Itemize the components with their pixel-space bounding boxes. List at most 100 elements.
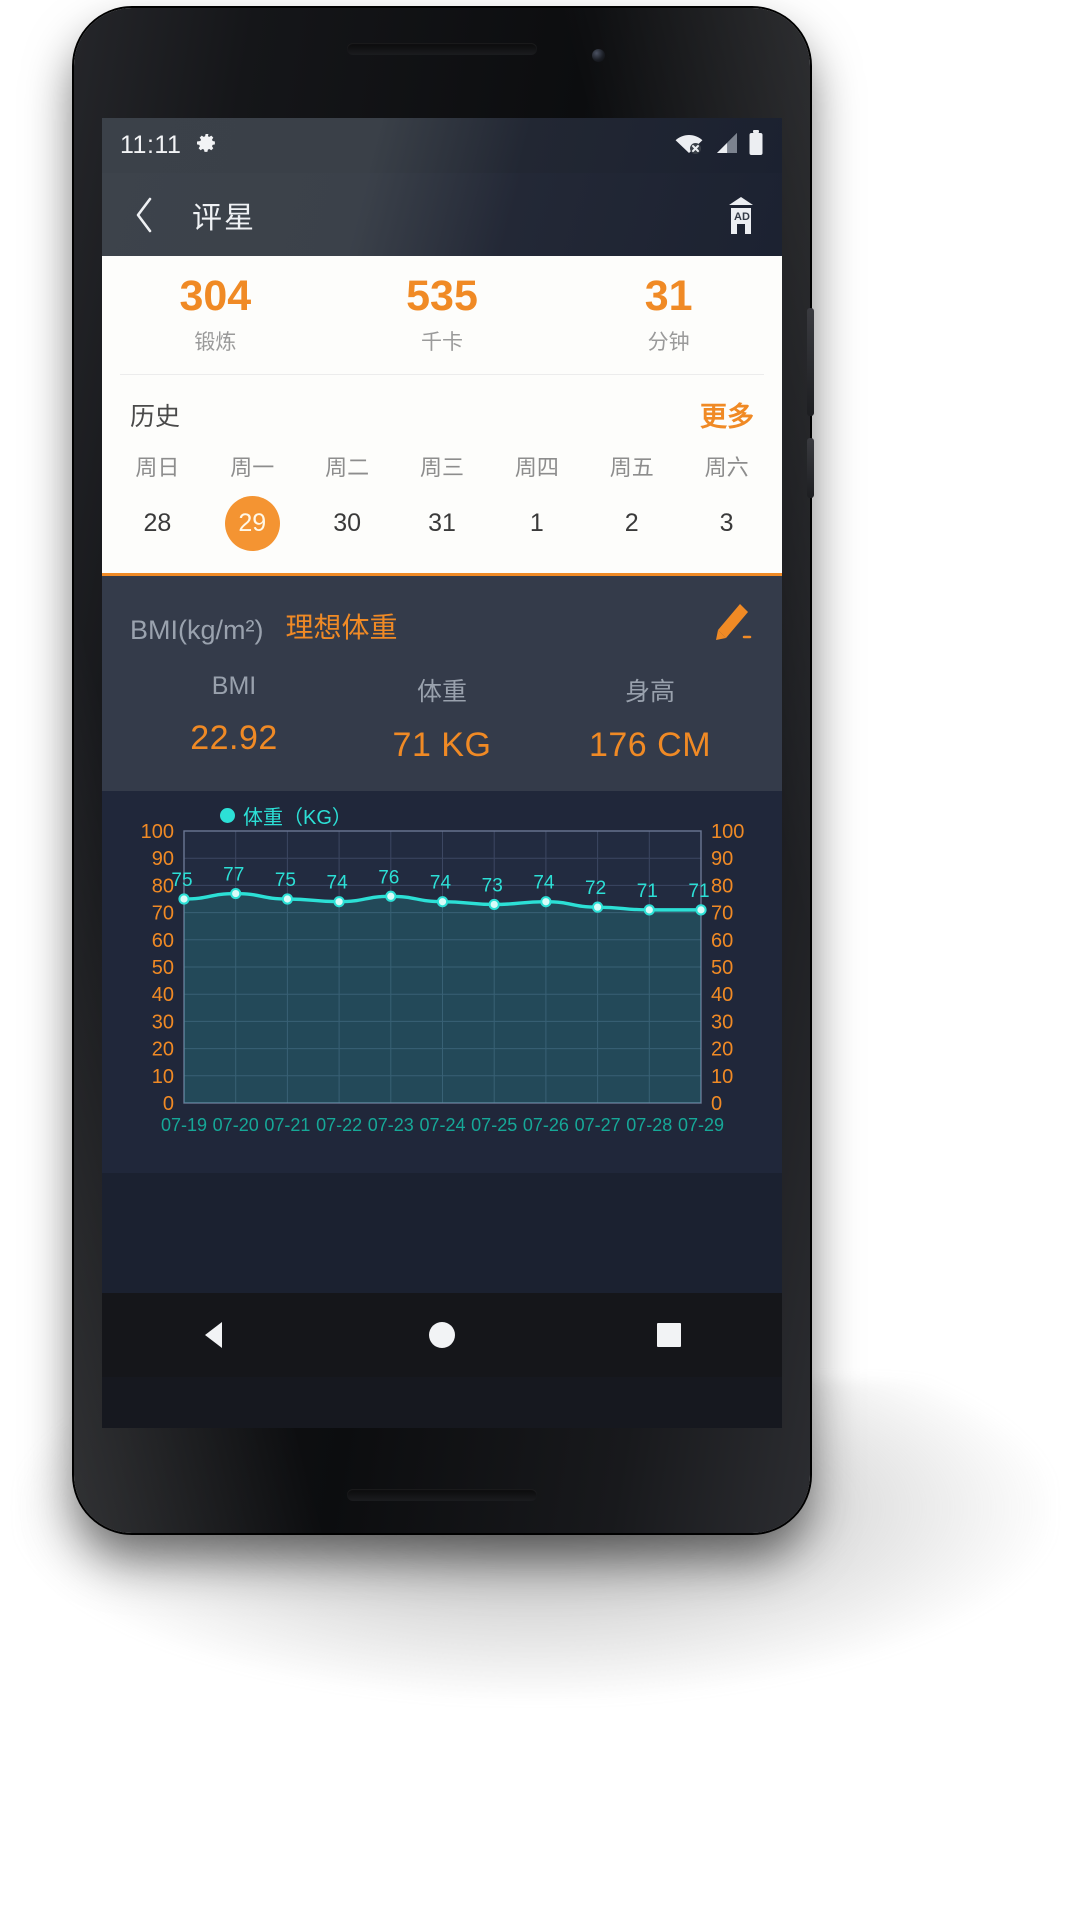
nav-back-triangle-icon[interactable]	[170, 1305, 260, 1365]
svg-text:07-27: 07-27	[575, 1115, 621, 1135]
weekday-label: 周日	[135, 455, 180, 480]
front-camera	[592, 49, 605, 62]
status-icons	[674, 130, 764, 161]
svg-text:20: 20	[152, 1039, 174, 1061]
svg-text:07-29: 07-29	[678, 1115, 724, 1135]
date-pill[interactable]: 2	[604, 496, 659, 551]
svg-text:0: 0	[163, 1093, 174, 1115]
gear-icon	[195, 132, 219, 160]
svg-text:07-20: 07-20	[213, 1115, 259, 1135]
legend-dot-icon	[220, 808, 235, 823]
stat-label: 分钟	[647, 330, 690, 354]
svg-text:0: 0	[711, 1093, 722, 1115]
bmi-col-value: 22.92	[190, 719, 278, 757]
date-cell[interactable]: 31	[395, 496, 490, 551]
svg-text:60: 60	[152, 930, 174, 952]
date-pill[interactable]: 31	[415, 496, 470, 551]
pencil-edit-icon[interactable]	[706, 598, 754, 646]
date-cell[interactable]: 29	[205, 496, 300, 551]
bmi-col-label: 身高	[624, 678, 675, 706]
volume-button[interactable]	[807, 438, 814, 498]
bmi-col-value: 71 KG	[392, 726, 492, 764]
bmi-col-bmi: BMI 22.92	[130, 672, 338, 765]
weight-area-chart[interactable]: 75 77 75 74 76 74 73 74 72 71 71100 10090 9080 8070 70…	[102, 803, 782, 1173]
bmi-col-weight: 体重 71 KG	[338, 672, 546, 765]
history-header: 历史 更多	[102, 375, 782, 442]
svg-text:30: 30	[711, 1011, 733, 1033]
earpiece-speaker	[347, 43, 537, 55]
weight-chart-panel: 体重（KG） 75 77 75 74 76 74 73 74 72 71 71 100 100 90 90 8…	[102, 791, 782, 1173]
stat-calories[interactable]: 535 千卡	[329, 274, 556, 355]
page-title: 评星	[192, 201, 256, 235]
summary-card: 304 锻炼 535 千卡 31 分钟 历史 更多 周日 周一 周二 周三 周四…	[102, 256, 782, 573]
stat-label: 锻炼	[194, 330, 237, 354]
status-bar: 11:11	[102, 118, 782, 173]
date-pill[interactable]: 30	[320, 496, 375, 551]
svg-text:100: 100	[141, 821, 174, 843]
bmi-columns: BMI 22.92 体重 71 KG 身高 176 CM	[130, 672, 754, 765]
date-pill-selected[interactable]: 29	[224, 496, 280, 551]
stat-exercise[interactable]: 304 锻炼	[102, 274, 329, 355]
wifi-off-icon	[674, 131, 704, 160]
android-nav-bar	[102, 1293, 782, 1377]
date-cell[interactable]: 2	[584, 496, 679, 551]
bmi-col-height: 身高 176 CM	[546, 672, 754, 765]
svg-text:74: 74	[533, 873, 555, 894]
svg-text:50: 50	[711, 957, 733, 979]
svg-text:07-19: 07-19	[161, 1115, 207, 1135]
date-pill[interactable]: 1	[509, 496, 564, 551]
svg-text:90: 90	[152, 848, 174, 870]
svg-text:07-26: 07-26	[523, 1115, 569, 1135]
date-cell[interactable]: 3	[679, 496, 774, 551]
bmi-header: BMI(kg/m²) 理想体重	[130, 598, 754, 646]
svg-text:30: 30	[152, 1011, 174, 1033]
ad-badge-icon[interactable]: AD	[720, 192, 762, 238]
bottom-speaker	[347, 1489, 537, 1501]
svg-text:72: 72	[585, 878, 606, 899]
svg-text:20: 20	[711, 1039, 733, 1061]
svg-text:77: 77	[223, 865, 244, 886]
date-cell[interactable]: 1	[489, 496, 584, 551]
status-time: 11:11	[120, 131, 182, 159]
back-chevron-icon[interactable]	[122, 193, 166, 237]
ideal-weight-link[interactable]: 理想体重	[285, 606, 397, 646]
svg-text:70: 70	[711, 903, 733, 925]
battery-icon	[748, 130, 764, 161]
svg-text:10: 10	[152, 1066, 174, 1088]
empty-space	[102, 1173, 782, 1293]
history-title: 历史	[130, 402, 181, 431]
svg-text:07-24: 07-24	[419, 1115, 465, 1135]
bmi-col-label: 体重	[416, 678, 467, 706]
svg-text:100: 100	[711, 821, 744, 843]
svg-text:07-25: 07-25	[471, 1115, 517, 1135]
nav-recents-square-icon[interactable]	[624, 1305, 714, 1365]
svg-text:40: 40	[711, 984, 733, 1006]
svg-text:07-28: 07-28	[626, 1115, 672, 1135]
nav-home-circle-icon[interactable]	[397, 1305, 487, 1365]
weekday-label: 周四	[514, 455, 559, 480]
bmi-panel: BMI(kg/m²) 理想体重 BMI 22.92 体重 71 KG 身高 17…	[102, 573, 782, 791]
history-more-button[interactable]: 更多	[700, 395, 754, 434]
weekday-label: 周六	[704, 455, 749, 480]
phone-screen: 11:11 评星 AD 304 锻炼 535 千卡 31 分钟 历史 更多 周日…	[102, 118, 782, 1428]
bmi-unit-label: BMI(kg/m²)	[130, 615, 264, 645]
weekday-label: 周一	[230, 455, 275, 480]
screenshot-root: 11:11 评星 AD 304 锻炼 535 千卡 31 分钟 历史 更多 周日…	[0, 0, 1071, 1911]
weekday-row: 周日 周一 周二 周三 周四 周五 周六	[102, 442, 782, 482]
stats-row: 304 锻炼 535 千卡 31 分钟	[102, 256, 782, 374]
date-cell[interactable]: 28	[110, 496, 205, 551]
svg-text:70: 70	[152, 903, 174, 925]
date-pill[interactable]: 28	[130, 496, 185, 551]
date-cell[interactable]: 30	[300, 496, 395, 551]
stat-minutes[interactable]: 31 分钟	[555, 274, 782, 355]
svg-text:73: 73	[482, 875, 503, 896]
svg-text:76: 76	[378, 867, 399, 888]
bmi-col-label: BMI	[211, 672, 257, 700]
chart-legend: 体重（KG）	[220, 801, 352, 830]
app-bar: 评星 AD	[102, 173, 782, 256]
svg-text:50: 50	[152, 957, 174, 979]
svg-text:07-22: 07-22	[316, 1115, 362, 1135]
date-pill[interactable]: 3	[699, 496, 754, 551]
power-button[interactable]	[807, 308, 814, 416]
stat-value: 304	[179, 272, 252, 321]
